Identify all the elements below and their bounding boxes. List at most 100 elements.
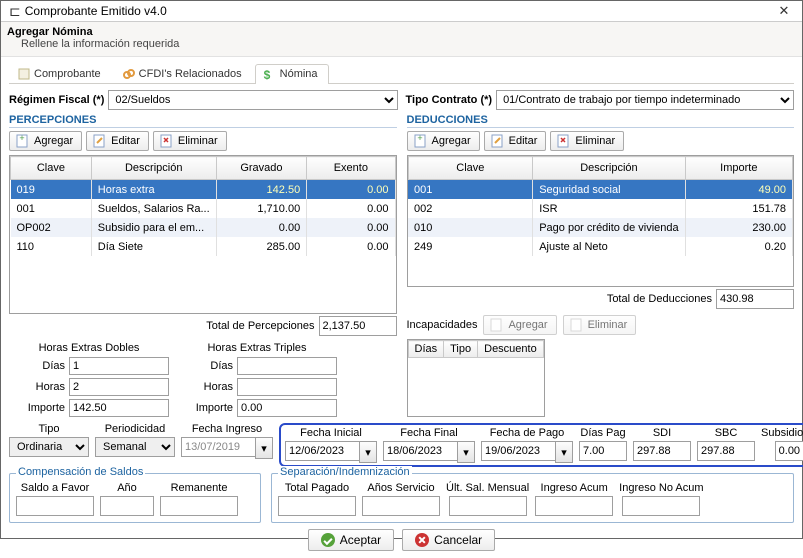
window-title: Comprobante Emitido v4.0 [25, 4, 774, 18]
svg-text:+: + [19, 134, 24, 143]
sbc-input[interactable] [697, 441, 755, 461]
fecha-final-dropdown[interactable]: ▾ [457, 441, 475, 463]
triples-importe-input[interactable] [237, 399, 337, 417]
triples-horas-input[interactable] [237, 378, 337, 396]
dobles-dias-input[interactable] [69, 357, 169, 375]
fechas-highlight-region: Fecha Inicial▾ Fecha Final▾ Fecha de Pag… [279, 423, 803, 467]
incapacidades-grid[interactable]: Días Tipo Descuento [407, 339, 545, 417]
cancel-icon [415, 533, 429, 547]
fecha-pago-dropdown[interactable]: ▾ [555, 441, 573, 463]
deducciones-title: DEDUCCIONES [407, 114, 795, 128]
tab-comprobante[interactable]: Comprobante [9, 64, 112, 84]
col-exen[interactable]: Exento [307, 157, 395, 180]
fecha-pago-label: Fecha de Pago [490, 427, 565, 439]
total-pagado-label: Total Pagado [285, 482, 349, 494]
total-pagado-input[interactable] [278, 496, 356, 516]
saldo-input[interactable] [16, 496, 94, 516]
tipo-contrato-label: Tipo Contrato (*) [406, 94, 493, 106]
cancelar-button[interactable]: Cancelar [402, 529, 495, 551]
table-row[interactable]: 001Seguridad social49.00 [408, 180, 793, 200]
ingreso-no-acum-label: Ingreso No Acum [619, 482, 703, 494]
dias-pag-input[interactable] [579, 441, 627, 461]
percepciones-editar-button[interactable]: Editar [86, 131, 149, 151]
table-row[interactable]: 010Pago por crédito de vivienda230.00 [408, 218, 793, 237]
subheader-subtitle: Rellene la información requerida [21, 38, 792, 50]
percepciones-grid[interactable]: Clave Descripción Gravado Exento 019Hora… [9, 155, 397, 314]
titlebar: ⊏ Comprobante Emitido v4.0 ✕ [1, 1, 802, 22]
tabs: Comprobante CFDI's Relacionados $ Nómina [9, 63, 794, 84]
fecha-ingreso-dropdown[interactable]: ▾ [255, 437, 273, 459]
percepciones-eliminar-button[interactable]: Eliminar [153, 131, 227, 151]
tab-label: Nómina [280, 68, 318, 80]
table-row[interactable]: 019Horas extra142.500.00 [11, 180, 396, 200]
table-row[interactable]: 002ISR151.78 [408, 199, 793, 218]
triples-dias-input[interactable] [237, 357, 337, 375]
periodicidad-select[interactable]: Semanal [95, 437, 175, 457]
money-icon: $ [264, 68, 276, 80]
window-root: ⊏ Comprobante Emitido v4.0 ✕ Agregar Nóm… [0, 0, 803, 539]
compensacion-group: Compensación de Saldos Saldo a Favor Año… [9, 473, 261, 523]
percepciones-title: PERCEPCIONES [9, 114, 397, 128]
col-descuento[interactable]: Descuento [478, 341, 544, 358]
dobles-importe-input[interactable] [69, 399, 169, 417]
edit-icon [93, 134, 107, 148]
close-button[interactable]: ✕ [774, 1, 794, 21]
col-clave[interactable]: Clave [408, 157, 533, 180]
col-grav[interactable]: Gravado [216, 157, 307, 180]
anos-servicio-label: Años Servicio [367, 482, 434, 494]
deducciones-eliminar-button[interactable]: Eliminar [550, 131, 624, 151]
percepciones-total-value [319, 316, 397, 336]
percepciones-agregar-button[interactable]: +Agregar [9, 131, 82, 151]
col-dias[interactable]: Días [408, 341, 444, 358]
tipo-contrato-select[interactable]: 01/Contrato de trabajo por tiempo indete… [496, 90, 794, 110]
col-desc[interactable]: Descripción [91, 157, 216, 180]
aceptar-button[interactable]: Aceptar [308, 529, 394, 551]
ingreso-no-acum-input[interactable] [622, 496, 700, 516]
col-desc[interactable]: Descripción [533, 157, 685, 180]
dobles-horas-input[interactable] [69, 378, 169, 396]
regimen-select[interactable]: 02/Sueldos [108, 90, 397, 110]
col-clave[interactable]: Clave [11, 157, 92, 180]
subsidio-input[interactable] [775, 441, 803, 461]
fecha-inicial-input[interactable] [285, 441, 359, 461]
delete-icon [160, 134, 174, 148]
fecha-inicial-dropdown[interactable]: ▾ [359, 441, 377, 463]
col-tipo[interactable]: Tipo [444, 341, 478, 358]
horas-triples-title: Horas Extras Triples [177, 342, 337, 354]
ult-sal-mensual-input[interactable] [449, 496, 527, 516]
ano-label: Año [117, 482, 137, 494]
link-icon [123, 68, 135, 80]
ingreso-acum-input[interactable] [535, 496, 613, 516]
separacion-group: Separación/Indemnización Total Pagado Añ… [271, 473, 794, 523]
deducciones-total-label: Total de Deducciones [607, 293, 712, 305]
deducciones-editar-button[interactable]: Editar [484, 131, 547, 151]
subheader: Agregar Nómina Rellene la información re… [1, 22, 802, 57]
table-row[interactable]: OP002Subsidio para el em...0.000.00 [11, 218, 396, 237]
fecha-final-input[interactable] [383, 441, 457, 461]
tab-cfdis[interactable]: CFDI's Relacionados [114, 64, 253, 84]
tipo-select[interactable]: Ordinaria [9, 437, 89, 457]
table-row[interactable]: 110Día Siete285.000.00 [11, 237, 396, 256]
table-row[interactable]: 001Sueldos, Salarios Ra...1,710.000.00 [11, 199, 396, 218]
add-icon [490, 318, 504, 332]
col-imp[interactable]: Importe [685, 157, 792, 180]
tab-nomina[interactable]: $ Nómina [255, 64, 329, 84]
table-row[interactable]: 249Ajuste al Neto0.20 [408, 237, 793, 256]
deducciones-grid[interactable]: Clave Descripción Importe 001Seguridad s… [407, 155, 795, 287]
fecha-inicial-label: Fecha Inicial [300, 427, 362, 439]
remanente-input[interactable] [160, 496, 238, 516]
add-icon: + [414, 134, 428, 148]
app-logo-icon: ⊏ [9, 3, 21, 20]
dias-pag-label: Días Pag [580, 427, 625, 439]
incap-eliminar-button: Eliminar [563, 315, 637, 335]
anos-servicio-input[interactable] [362, 496, 440, 516]
sdi-label: SDI [653, 427, 671, 439]
subsidio-label: Subsidio Causado [761, 427, 803, 439]
sdi-input[interactable] [633, 441, 691, 461]
fecha-ingreso-label: Fecha Ingreso [192, 423, 262, 435]
document-icon [18, 68, 30, 80]
add-icon: + [16, 134, 30, 148]
deducciones-agregar-button[interactable]: +Agregar [407, 131, 480, 151]
ano-input[interactable] [100, 496, 154, 516]
fecha-pago-input[interactable] [481, 441, 555, 461]
